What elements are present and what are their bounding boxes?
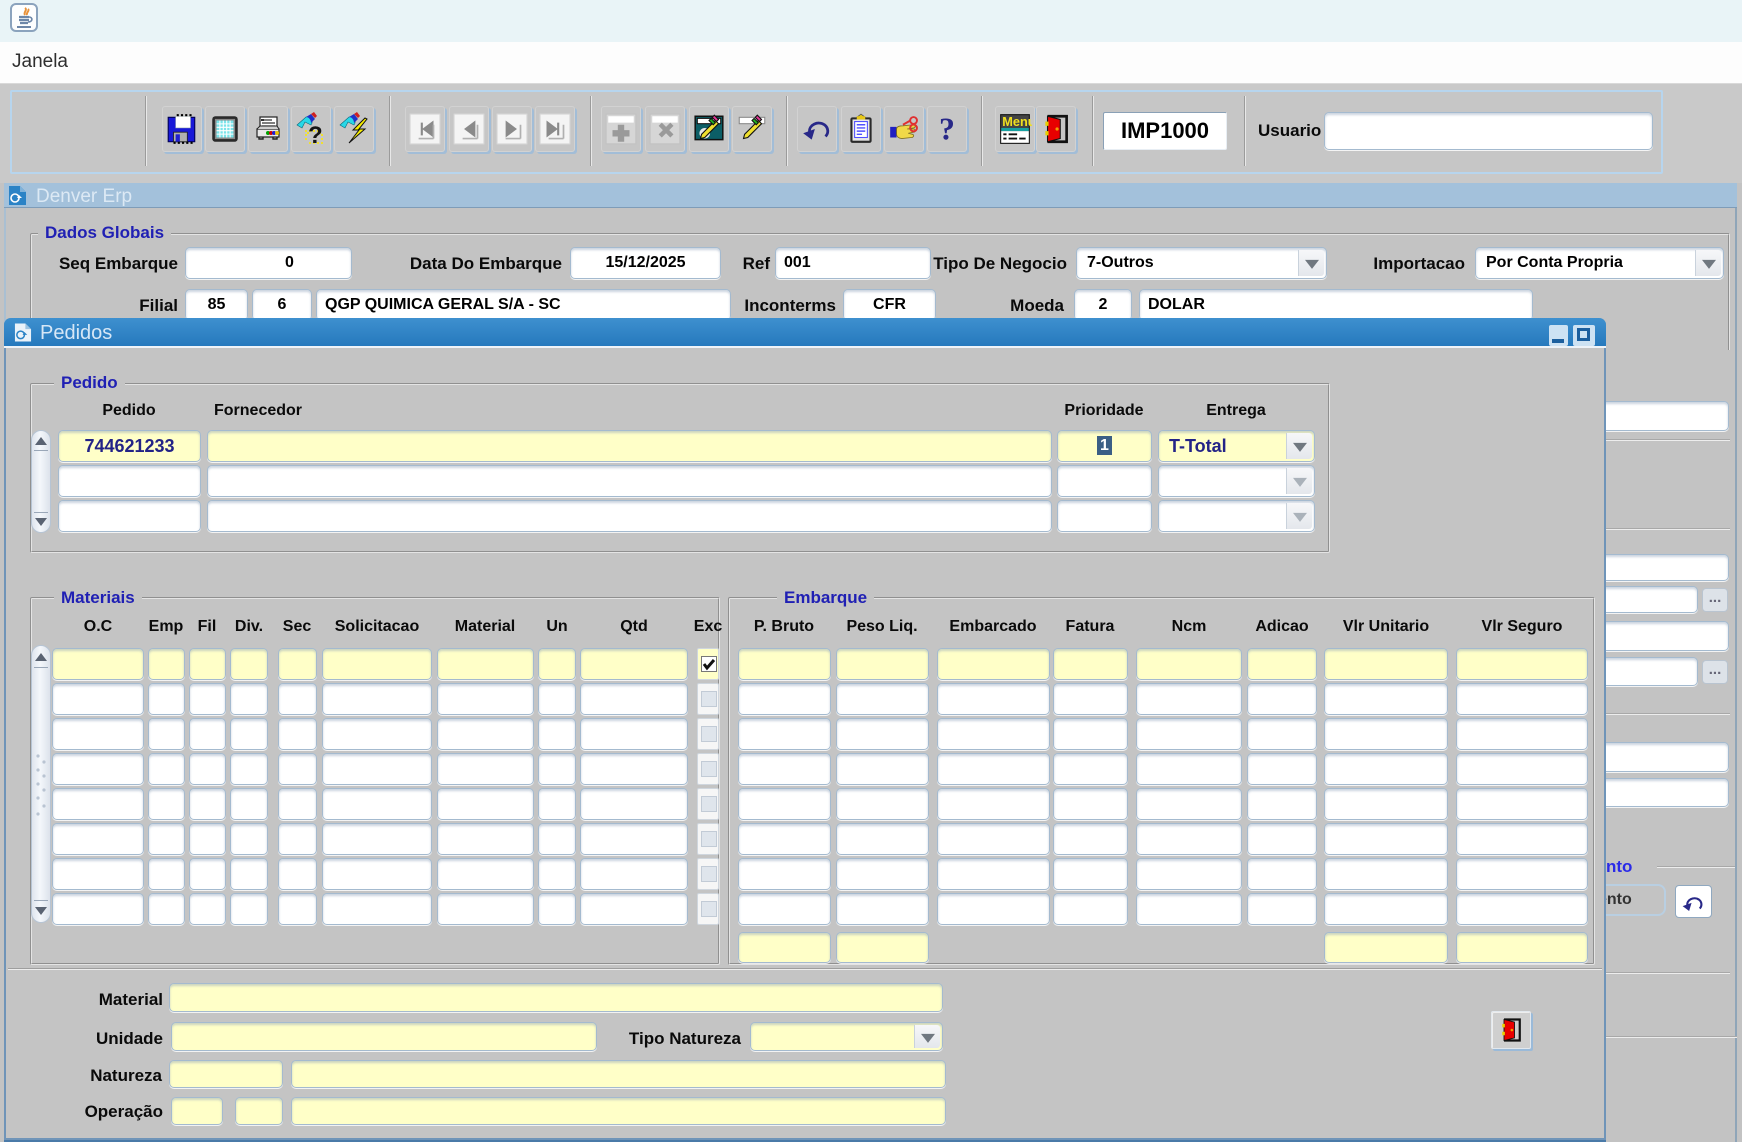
- svg-text:?: ?: [308, 122, 323, 146]
- svg-text:Menu: Menu: [1002, 114, 1032, 129]
- svg-text:?: ?: [939, 112, 955, 146]
